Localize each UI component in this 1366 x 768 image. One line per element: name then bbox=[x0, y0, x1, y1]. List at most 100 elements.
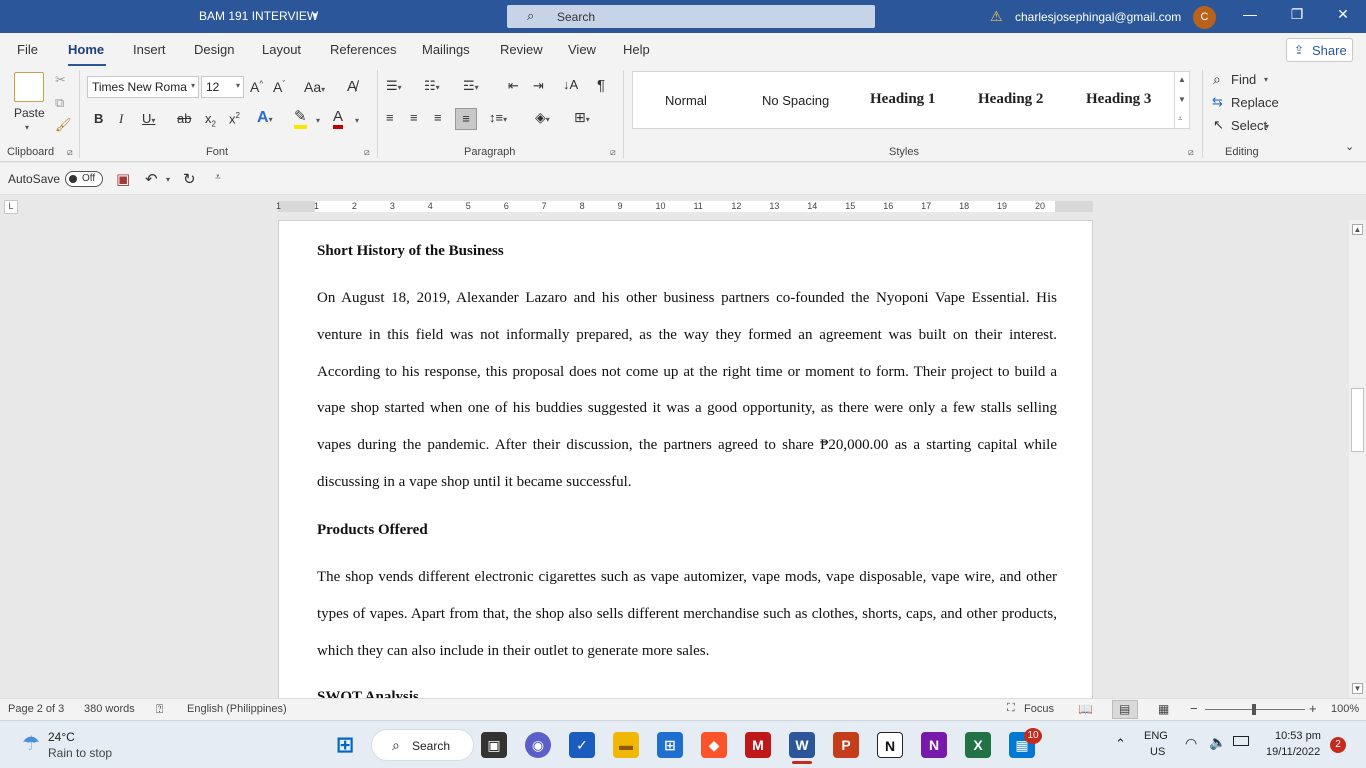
excel-icon[interactable]: X bbox=[965, 732, 991, 758]
web-layout-icon[interactable]: ▦ bbox=[1158, 702, 1169, 716]
paragraph-launcher-icon[interactable]: ⧄ bbox=[610, 147, 616, 158]
chat-icon[interactable]: ◉ bbox=[525, 732, 551, 758]
zoom-level[interactable]: 100% bbox=[1331, 703, 1359, 715]
windows-start-icon[interactable]: ⊞ bbox=[332, 732, 358, 758]
underline-icon[interactable]: U▾ bbox=[142, 111, 155, 126]
mcafee-icon[interactable]: M bbox=[745, 732, 771, 758]
multilevel-list-icon[interactable]: ☲▾ bbox=[463, 78, 479, 94]
customize-qat-icon[interactable]: ⩡ bbox=[215, 172, 221, 183]
select-icon[interactable]: ↖ bbox=[1213, 117, 1224, 133]
notification-badge[interactable]: 2 bbox=[1330, 737, 1346, 753]
onenote-icon[interactable]: N bbox=[921, 732, 947, 758]
notion-icon[interactable]: N bbox=[877, 732, 903, 758]
weather-desc[interactable]: Rain to stop bbox=[48, 746, 112, 760]
style-no-spacing[interactable]: No Spacing bbox=[762, 93, 829, 108]
file-explorer-icon[interactable]: ▬ bbox=[613, 732, 639, 758]
scroll-thumb[interactable] bbox=[1351, 388, 1364, 452]
zoom-slider-thumb[interactable] bbox=[1252, 704, 1256, 715]
task-view-icon[interactable]: ▣ bbox=[481, 732, 507, 758]
style-normal[interactable]: Normal bbox=[665, 93, 707, 108]
app-icon[interactable]: ✓ bbox=[569, 732, 595, 758]
clipboard-launcher-icon[interactable]: ⧄ bbox=[67, 147, 73, 158]
store-icon[interactable]: ⊞ bbox=[657, 732, 683, 758]
shading-icon[interactable]: ◈▾ bbox=[535, 109, 550, 126]
chevron-down-icon[interactable]: ▾ bbox=[1265, 122, 1269, 131]
clock-time[interactable]: 10:53 pm bbox=[1275, 730, 1321, 742]
scroll-up-icon[interactable]: ▲ bbox=[1352, 224, 1363, 235]
horizontal-ruler[interactable]: 1 1 2 3 4 5 6 7 8 9 10 11 12 13 14 15 16 17 18 19 20 bbox=[276, 201, 1093, 212]
styles-down-icon[interactable]: ▼ bbox=[1178, 95, 1186, 104]
grow-font-icon[interactable]: A^ bbox=[250, 79, 263, 95]
language-top[interactable]: ENG bbox=[1144, 730, 1168, 742]
align-right-icon[interactable]: ≡ bbox=[434, 110, 442, 125]
redo-icon[interactable]: ↻ bbox=[183, 170, 196, 188]
minimize-icon[interactable]: — bbox=[1240, 6, 1260, 22]
collapse-ribbon-icon[interactable]: ⌄ bbox=[1345, 140, 1354, 153]
language-indicator[interactable]: English (Philippines) bbox=[187, 703, 287, 715]
tab-insert[interactable]: Insert bbox=[133, 42, 166, 57]
decrease-indent-icon[interactable]: ⇤ bbox=[508, 78, 519, 94]
format-painter-icon[interactable]: 🖌 bbox=[55, 117, 72, 133]
font-launcher-icon[interactable]: ⧄ bbox=[364, 147, 370, 158]
tab-review[interactable]: Review bbox=[500, 42, 543, 57]
chevron-down-icon[interactable]: ▾ bbox=[355, 116, 359, 125]
zoom-in-icon[interactable]: + bbox=[1309, 701, 1317, 716]
find-icon[interactable]: ⌕ bbox=[1213, 71, 1221, 88]
sort-icon[interactable]: ↓A bbox=[563, 77, 578, 92]
change-case-icon[interactable]: Aa▾ bbox=[304, 79, 325, 95]
style-heading-1[interactable]: Heading 1 bbox=[870, 91, 935, 108]
document-page[interactable]: Short History of the Business On August … bbox=[278, 220, 1093, 698]
tab-help[interactable]: Help bbox=[623, 42, 650, 57]
paste-icon[interactable] bbox=[14, 72, 44, 102]
tab-home[interactable]: Home bbox=[68, 42, 104, 57]
clock-date[interactable]: 19/11/2022 bbox=[1266, 746, 1320, 758]
restore-icon[interactable]: ❐ bbox=[1287, 6, 1307, 23]
tab-file[interactable]: File bbox=[17, 42, 38, 57]
tab-design[interactable]: Design bbox=[194, 42, 234, 57]
styles-more-icon[interactable]: ⩡ bbox=[1178, 114, 1183, 124]
increase-indent-icon[interactable]: ⇥ bbox=[533, 78, 544, 94]
zoom-out-icon[interactable]: − bbox=[1190, 701, 1198, 716]
weather-temp[interactable]: 24°C bbox=[48, 730, 75, 744]
cut-icon[interactable]: ✂ bbox=[55, 72, 66, 88]
subscript-icon[interactable]: x2 bbox=[205, 111, 216, 129]
copy-icon[interactable]: ⧉ bbox=[55, 95, 64, 111]
replace-icon[interactable]: ⇆ bbox=[1212, 94, 1223, 110]
align-left-icon[interactable]: ≡ bbox=[386, 110, 394, 125]
word-count[interactable]: 380 words bbox=[84, 703, 135, 715]
title-search-box[interactable]: ⌕ Search bbox=[507, 5, 875, 28]
undo-icon[interactable]: ↶ bbox=[145, 170, 158, 188]
line-spacing-icon[interactable]: ↕≡▾ bbox=[489, 110, 507, 125]
font-size-combo[interactable]: 12 ▾ bbox=[201, 76, 244, 98]
strikethrough-icon[interactable]: ab bbox=[177, 111, 191, 126]
save-icon[interactable]: ▣ bbox=[116, 170, 130, 188]
shrink-font-icon[interactable]: Aˇ bbox=[273, 79, 285, 95]
paste-dropdown-icon[interactable]: ▾ bbox=[25, 123, 29, 132]
wifi-icon[interactable]: ◠ bbox=[1185, 735, 1197, 752]
styles-launcher-icon[interactable]: ⧄ bbox=[1188, 147, 1194, 158]
tab-mailings[interactable]: Mailings bbox=[422, 42, 470, 57]
highlight-icon[interactable]: ✎ bbox=[294, 109, 307, 129]
chevron-down-icon[interactable]: ▾ bbox=[313, 10, 318, 21]
taskbar-search[interactable]: ⌕ Search bbox=[371, 729, 474, 761]
chevron-down-icon[interactable]: ▾ bbox=[316, 116, 320, 125]
brave-icon[interactable]: ◆ bbox=[701, 732, 727, 758]
find-button[interactable]: Find bbox=[1231, 72, 1256, 87]
close-icon[interactable]: ✕ bbox=[1333, 6, 1353, 23]
text-effects-icon[interactable]: A▾ bbox=[257, 109, 273, 127]
show-formatting-icon[interactable]: ¶ bbox=[597, 77, 605, 94]
bold-icon[interactable]: B bbox=[94, 111, 103, 126]
word-icon[interactable]: W bbox=[789, 732, 815, 758]
font-color-icon[interactable]: A bbox=[333, 109, 344, 129]
style-heading-2[interactable]: Heading 2 bbox=[978, 91, 1043, 108]
numbering-icon[interactable]: ☷▾ bbox=[424, 78, 440, 94]
paste-button[interactable]: Paste bbox=[14, 106, 45, 120]
scroll-down-icon[interactable]: ▼ bbox=[1352, 683, 1363, 694]
font-name-combo[interactable]: Times New Roma ▾ bbox=[87, 76, 199, 98]
style-heading-3[interactable]: Heading 3 bbox=[1086, 91, 1151, 108]
clear-formatting-icon[interactable]: A̸ bbox=[347, 78, 357, 95]
battery-icon[interactable] bbox=[1233, 736, 1249, 746]
align-center-icon[interactable]: ≡ bbox=[410, 110, 418, 125]
powerpoint-icon[interactable]: P bbox=[833, 732, 859, 758]
page-count[interactable]: Page 2 of 3 bbox=[8, 703, 64, 715]
